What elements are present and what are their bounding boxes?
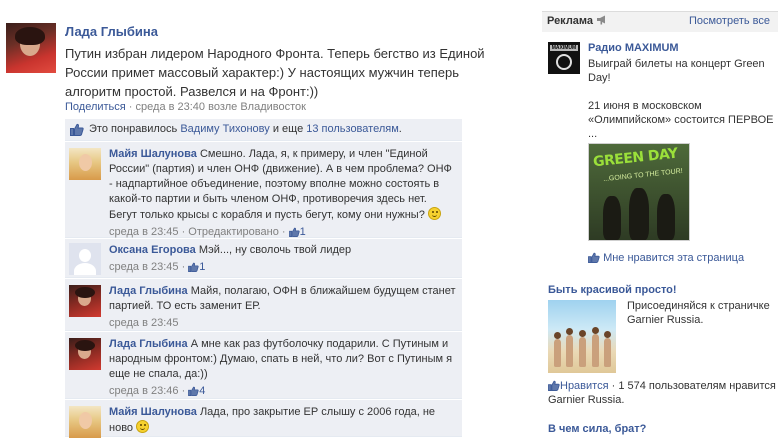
thumbs-up-icon[interactable] — [288, 227, 300, 237]
comment-like-count[interactable]: 1 — [199, 261, 205, 273]
thumbs-up-icon[interactable] — [188, 386, 199, 396]
comment-avatar[interactable] — [69, 148, 101, 180]
ad1-text: Выиграй билеты на концерт Green Day! 21 … — [588, 57, 776, 141]
likes-suffix: . — [398, 123, 402, 135]
share-link[interactable]: Поделиться — [65, 101, 126, 113]
radio-maximum-logo[interactable]: MAXIMUM — [548, 42, 580, 74]
ad1-like-page[interactable]: Мне нравится эта страница — [588, 252, 744, 264]
post-text: Путин избран лидером Народного Фронта. Т… — [65, 46, 485, 99]
ad1-title-link[interactable]: Радио MAXIMUM — [588, 42, 679, 54]
green-day-ad-image[interactable]: GREEN DAY ...GOING TO THE TOUR! — [588, 143, 690, 241]
comment-author[interactable]: Оксана Егорова — [109, 244, 196, 256]
megaphone-icon — [597, 15, 606, 25]
likes-summary: Это понравилось Вадиму Тихонову и еще 13… — [65, 119, 462, 141]
ad1-text-line1: Выиграй билеты на концерт Green Day! — [588, 58, 765, 84]
smiley-icon — [427, 207, 441, 220]
comment-timestamp: среда в 23:45 — [109, 226, 179, 238]
likes-middle: и еще — [269, 123, 307, 135]
comment-edited-label: Отредактировано — [188, 226, 279, 238]
garnier-beach-ad-image[interactable] — [548, 300, 616, 373]
ads-header: Реклама Посмотреть все — [542, 11, 778, 32]
post-timestamp: среда в 23:40 возле Владивосток — [135, 101, 306, 113]
smiley-icon — [136, 420, 150, 433]
thumbs-up-icon[interactable] — [588, 252, 600, 263]
ad1-image-subtitle: ...GOING TO THE TOUR! — [602, 167, 684, 184]
comment-avatar[interactable] — [69, 243, 101, 275]
ad2-separator: · — [608, 380, 619, 392]
thumbs-up-icon[interactable] — [188, 262, 199, 272]
post-author-avatar[interactable] — [6, 23, 56, 73]
ad2-text: Присоединяйся к страничке Garnier Russia… — [627, 300, 770, 326]
logo-text: MAXIMUM — [550, 45, 578, 51]
comment-like-count[interactable]: 4 — [199, 385, 205, 397]
meta-separator: · — [125, 101, 136, 113]
comment-item: Лада Глыбина А мне как раз футболочку по… — [65, 332, 462, 399]
ad2-title-link[interactable]: Быть красивой просто! — [548, 284, 677, 296]
comment-avatar[interactable] — [69, 285, 101, 317]
ad2-like-link[interactable]: Нравится — [560, 380, 609, 392]
thumbs-up-icon — [70, 123, 84, 136]
likes-person-link[interactable]: Вадиму Тихонову — [180, 123, 269, 135]
comment-like-count[interactable]: 1 — [300, 226, 306, 238]
post-meta: Поделиться · среда в 23:40 возле Владиво… — [65, 101, 306, 113]
comment-text: Мэй..., ну сволочь твой лидер — [198, 244, 352, 256]
post-author-name[interactable]: Лада Глыбина — [65, 24, 158, 39]
ad1-like-label[interactable]: Мне нравится эта страница — [603, 252, 744, 264]
comment-item: Майя Шалунова Смешно. Лада, я, к примеру… — [65, 142, 462, 238]
comment-timestamp: среда в 23:45 — [109, 317, 179, 329]
see-all-ads-link[interactable]: Посмотреть все — [689, 15, 770, 27]
ad1-text-line2: 21 июня в московском «Олимпийском» состо… — [588, 100, 774, 140]
ad3-title-link[interactable]: В чем сила, брат? — [548, 423, 646, 435]
comment-avatar[interactable] — [69, 406, 101, 438]
comment-author[interactable]: Лада Глыбина — [109, 338, 188, 350]
ads-title: Реклама — [547, 15, 594, 27]
ad1-image-title: GREEN DAY — [592, 145, 679, 171]
comment-item: Майя Шалунова Лада, про закрытие ЕР слыш… — [65, 400, 462, 438]
thumbs-up-icon[interactable] — [548, 380, 560, 391]
likes-others-link[interactable]: 13 пользователям — [306, 123, 399, 135]
comment-item: Оксана Егорова Мэй..., ну сволочь твой л… — [65, 239, 462, 278]
comment-timestamp: среда в 23:45 — [109, 261, 179, 273]
comment-author[interactable]: Майя Шалунова — [109, 148, 197, 160]
comment-author[interactable]: Майя Шалунова — [109, 406, 197, 418]
comment-timestamp: среда в 23:46 — [109, 385, 179, 397]
ad2-meta: Нравится · 1 574 пользователям нравится … — [548, 379, 780, 407]
likes-prefix: Это понравилось — [89, 123, 181, 135]
comment-author[interactable]: Лада Глыбина — [109, 285, 188, 297]
comment-item: Лада Глыбина Майя, полагаю, ОФН в ближай… — [65, 279, 462, 331]
comment-avatar[interactable] — [69, 338, 101, 370]
